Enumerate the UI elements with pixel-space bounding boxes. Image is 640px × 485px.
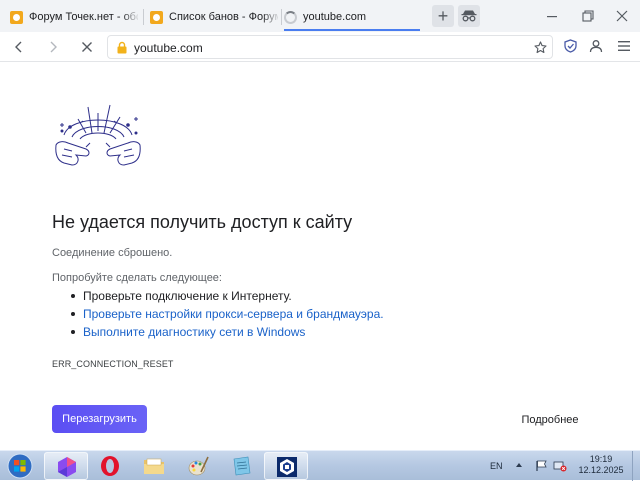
browser-toolbar: youtube.com [0, 32, 640, 62]
taskbar-notes[interactable] [220, 452, 264, 480]
user-icon [589, 40, 603, 53]
reload-button[interactable]: Перезагрузить [52, 405, 147, 433]
close-icon [82, 42, 92, 52]
menu-button[interactable] [614, 36, 634, 56]
account-button[interactable] [586, 36, 606, 56]
suggestion-check-internet: Проверьте подключение к Интернету. [70, 289, 384, 307]
start-button[interactable] [4, 452, 36, 480]
suggestion-proxy-settings-link[interactable]: Проверьте настройки прокси-сервера и бра… [70, 307, 384, 325]
incognito-icon [461, 10, 477, 22]
broken-connection-illustration [55, 104, 141, 166]
clock-date: 12.12.2025 [578, 465, 624, 475]
language-indicator[interactable]: EN [490, 461, 503, 471]
folder-icon [144, 458, 164, 474]
tab-fade [262, 4, 280, 28]
taskbar-explorer[interactable] [132, 452, 176, 480]
minimize-icon [547, 16, 557, 18]
loading-spinner-icon [284, 10, 297, 24]
forum-favicon-icon [150, 10, 163, 24]
active-tab-indicator [284, 29, 420, 31]
browser-app-icon [58, 457, 76, 477]
tab-strip: Форум Точек.нет - обс Список банов - Фор… [0, 0, 640, 32]
clock[interactable]: 19:19 12.12.2025 [574, 454, 628, 476]
error-description: Соединение сброшено. [52, 247, 173, 259]
url-text[interactable]: youtube.com [134, 41, 203, 55]
network-status-icon[interactable] [553, 460, 567, 472]
opera-icon [101, 456, 119, 476]
forward-button[interactable] [42, 36, 64, 58]
lock-icon[interactable] [117, 41, 127, 54]
taskbar-browser[interactable] [44, 452, 88, 480]
plus-icon: + [437, 6, 449, 26]
network-app-icon [277, 457, 297, 477]
star-icon [533, 40, 547, 53]
taskbar-opera[interactable] [88, 452, 132, 480]
tray-expand-icon[interactable] [514, 460, 524, 470]
chevron-right-icon [50, 41, 57, 53]
error-title: Не удается получить доступ к сайту [52, 212, 353, 232]
notes-icon [233, 456, 251, 476]
shield-icon [563, 39, 577, 53]
suggestion-network-diagnostics-link[interactable]: Выполните диагностику сети в Windows [70, 325, 384, 343]
suggestions-heading: Попробуйте сделать следующее: [52, 272, 222, 284]
minimize-button[interactable] [542, 6, 562, 26]
action-center-icon[interactable] [535, 460, 549, 472]
suggestions-list: Проверьте подключение к Интернету. Прове… [70, 289, 384, 343]
paint-icon [188, 456, 209, 476]
close-icon [616, 10, 628, 22]
new-tab-button[interactable]: + [432, 5, 454, 27]
taskbar-paint[interactable] [176, 452, 220, 480]
clock-time: 19:19 [589, 454, 613, 464]
hamburger-icon [618, 41, 630, 51]
protect-button[interactable] [560, 36, 580, 56]
error-page: Не удается получить доступ к сайту Соеди… [0, 63, 640, 450]
details-button[interactable]: Подробнее [512, 409, 588, 431]
start-orb-icon [7, 453, 33, 479]
tab-fade [122, 4, 140, 28]
tab-youtube[interactable]: youtube.com [284, 4, 420, 30]
bookmark-button[interactable] [530, 37, 550, 57]
back-button[interactable] [8, 36, 30, 58]
close-window-button[interactable] [612, 6, 632, 26]
tab-forum-1[interactable]: Форум Точек.нет - обс [10, 4, 138, 30]
tab-divider [281, 9, 282, 25]
taskbar-network-app[interactable] [264, 452, 308, 480]
address-bar[interactable]: youtube.com [107, 35, 553, 59]
restore-button[interactable] [578, 6, 598, 26]
restore-icon [582, 10, 594, 22]
forum-favicon-icon [10, 10, 23, 24]
show-desktop-button[interactable] [632, 451, 640, 481]
tab-forum-2[interactable]: Список банов - Форум [150, 4, 278, 30]
chevron-left-icon [15, 41, 22, 53]
tab-title: youtube.com [303, 11, 366, 23]
taskbar: EN 19:19 12.12.2025 [0, 450, 640, 481]
error-code: ERR_CONNECTION_RESET [52, 359, 174, 369]
tab-divider [143, 9, 144, 25]
stop-loading-button[interactable] [76, 36, 98, 58]
incognito-button[interactable] [458, 5, 480, 27]
